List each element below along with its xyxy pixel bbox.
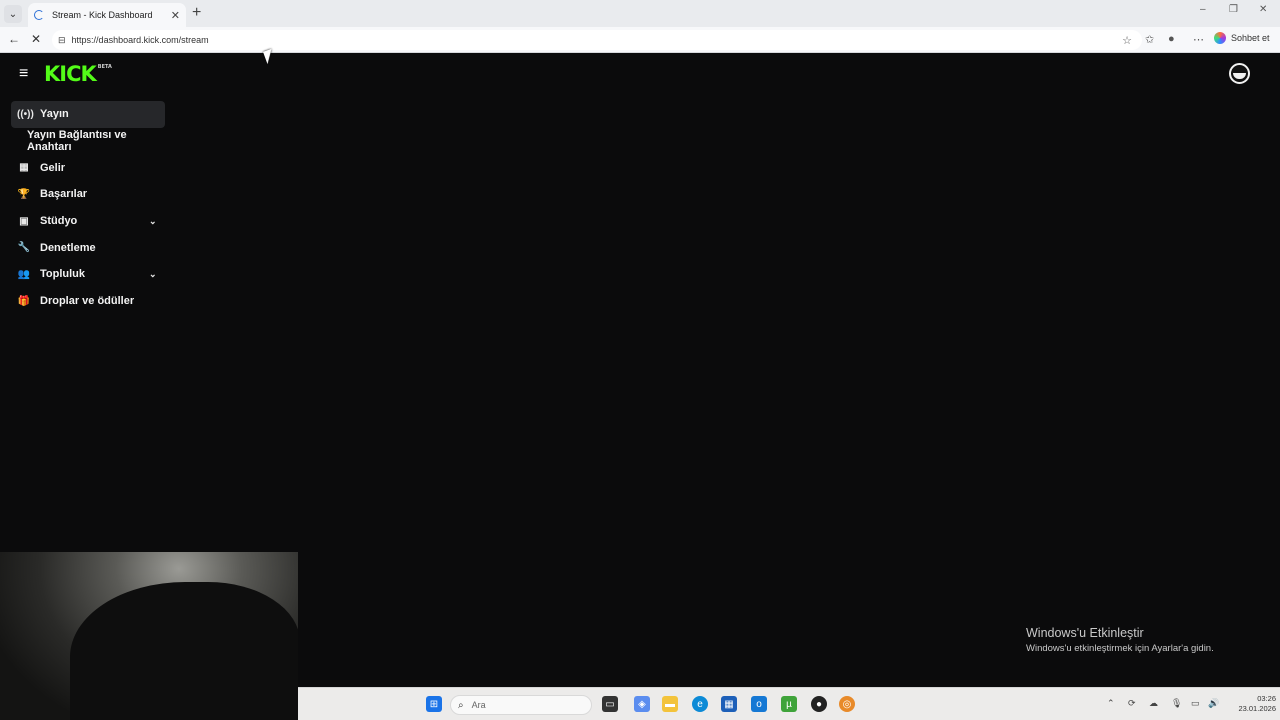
activation-title: Windows'u Etkinleştir: [1026, 626, 1144, 640]
volume-icon[interactable]: 🔊: [1208, 698, 1219, 709]
obs-icon[interactable]: ●: [811, 696, 827, 712]
tab-close-icon[interactable]: ✕: [171, 9, 180, 22]
sidebar-item-label: Gelir: [40, 161, 66, 174]
back-icon[interactable]: ←: [8, 32, 20, 46]
webcam-person-silhouette: [70, 582, 298, 720]
sidebar-item-label: Topluluk: [40, 268, 86, 281]
url-text: https://dashboard.kick.com/stream: [71, 35, 209, 45]
task-view-icon[interactable]: ▭: [602, 696, 618, 712]
sidebar-item-label: Denetleme: [40, 241, 96, 254]
restore-button[interactable]: ❐: [1229, 4, 1238, 15]
copilot-label: Sohbet et: [1231, 33, 1270, 43]
clock-time: 03:26: [1257, 694, 1276, 703]
search-placeholder: Ara: [471, 700, 486, 710]
profile-icon[interactable]: ●: [1168, 33, 1175, 45]
more-options-icon[interactable]: ⋯: [1193, 33, 1204, 46]
menu-icon[interactable]: ≡: [19, 65, 28, 83]
chevron-down-icon[interactable]: ⌄: [149, 216, 157, 227]
sidebar-item-moderation[interactable]: 🔧 Denetleme: [11, 234, 173, 261]
sidebar-item-achievements[interactable]: 🏆 Başarılar: [11, 181, 173, 208]
sidebar-item-studio[interactable]: ▣ Stüdyo ⌄: [11, 208, 173, 235]
sidebar-item-community[interactable]: 👥 Topluluk ⌄: [11, 261, 173, 288]
sidebar-item-stream[interactable]: ((•)) Yayın: [11, 101, 165, 128]
site-info-icon[interactable]: ⊟: [58, 35, 66, 46]
file-explorer-icon[interactable]: ▬: [662, 696, 678, 712]
broadcast-icon: ((•)): [17, 108, 34, 120]
logo-text: KICK: [44, 62, 97, 86]
tab-title: Stream - Kick Dashboard: [52, 10, 153, 20]
dashboard-sidebar: ((•)) Yayın Yayın Bağlantısı ve Anahtarı…: [11, 101, 173, 315]
webcam-overlay: [0, 552, 298, 720]
sidebar-item-label: Stüdyo: [40, 215, 78, 228]
sidebar-item-revenue[interactable]: ▦ Gelir: [11, 154, 173, 181]
sync-icon[interactable]: ⟳: [1128, 698, 1136, 709]
clock-date: 23.01.2026: [1238, 704, 1276, 713]
loading-spinner-icon: [34, 10, 44, 20]
sidebar-item-label: Yayın Bağlantısı ve Anahtarı: [27, 129, 127, 154]
stop-loading-icon[interactable]: ✕: [31, 32, 41, 46]
copilot-icon: [1214, 32, 1226, 44]
sidebar-item-label: Yayın: [40, 108, 69, 121]
microphone-icon[interactable]: 🎙: [1171, 698, 1182, 709]
taskbar-clock[interactable]: 03:26 23.01.2026: [1226, 694, 1276, 714]
minimize-button[interactable]: –: [1200, 4, 1206, 15]
sidebar-item-stream-key[interactable]: Yayın Bağlantısı ve Anahtarı: [11, 128, 173, 155]
app-icon[interactable]: ◎: [839, 696, 855, 712]
search-icon: ⌕: [458, 699, 464, 711]
trophy-icon: 🏆: [17, 188, 31, 200]
taskbar-search[interactable]: ⌕ Ara: [450, 695, 592, 715]
cloud-icon[interactable]: ☁: [1149, 698, 1158, 709]
widgets-icon[interactable]: ◈: [634, 696, 650, 712]
new-tab-button[interactable]: +: [192, 4, 201, 22]
studio-icon: ▣: [19, 215, 29, 227]
browser-tab[interactable]: Stream - Kick Dashboard ✕: [28, 3, 186, 27]
copilot-button[interactable]: Sohbet et: [1214, 32, 1270, 44]
store-icon[interactable]: ▦: [721, 696, 737, 712]
window-close-button[interactable]: ✕: [1259, 4, 1267, 15]
wrench-icon: 🔧: [17, 242, 31, 254]
sidebar-item-label: Droplar ve ödüller: [40, 295, 135, 308]
tab-list-button[interactable]: ⌄: [4, 5, 22, 23]
address-bar[interactable]: ⊟ https://dashboard.kick.com/stream ☆: [52, 30, 1142, 50]
browser-tab-strip: ⌄ Stream - Kick Dashboard ✕ + – ❐ ✕: [0, 0, 1280, 27]
gift-icon: 🎁: [17, 295, 31, 307]
sidebar-item-drops[interactable]: 🎁 Droplar ve ödüller: [11, 288, 173, 315]
activation-subtitle: Windows'u etkinleştirmek için Ayarlar'a …: [1026, 643, 1214, 654]
outlook-icon[interactable]: o: [751, 696, 767, 712]
favorite-star-icon[interactable]: ☆: [1122, 34, 1132, 47]
utorrent-icon[interactable]: µ: [781, 696, 797, 712]
beta-badge: BETA: [97, 64, 112, 70]
chart-icon: ▦: [19, 162, 29, 174]
windows-activation-watermark: Windows'u Etkinleştir Windows'u etkinleş…: [1026, 626, 1214, 654]
network-icon[interactable]: ▭: [1191, 698, 1200, 709]
favorites-icon[interactable]: ✩: [1145, 33, 1154, 46]
sidebar-item-label: Başarılar: [40, 188, 88, 201]
edge-icon[interactable]: e: [692, 696, 708, 712]
kick-logo[interactable]: KICK BETA: [44, 62, 112, 86]
windows-taskbar: ⊞ ⌕ Ara ▭ ◈ ▬ e ▦ o µ ● ◎ ⌃ ⟳ ☁ 🎙 ▭ 🔊 03…: [298, 687, 1280, 720]
start-icon[interactable]: ⊞: [426, 696, 442, 712]
tray-overflow-icon[interactable]: ⌃: [1107, 698, 1115, 709]
browser-toolbar: ← ✕ ⊟ https://dashboard.kick.com/stream …: [0, 27, 1280, 53]
chevron-down-icon[interactable]: ⌄: [149, 269, 157, 280]
user-avatar[interactable]: [1229, 63, 1250, 84]
community-icon: 👥: [17, 268, 31, 280]
